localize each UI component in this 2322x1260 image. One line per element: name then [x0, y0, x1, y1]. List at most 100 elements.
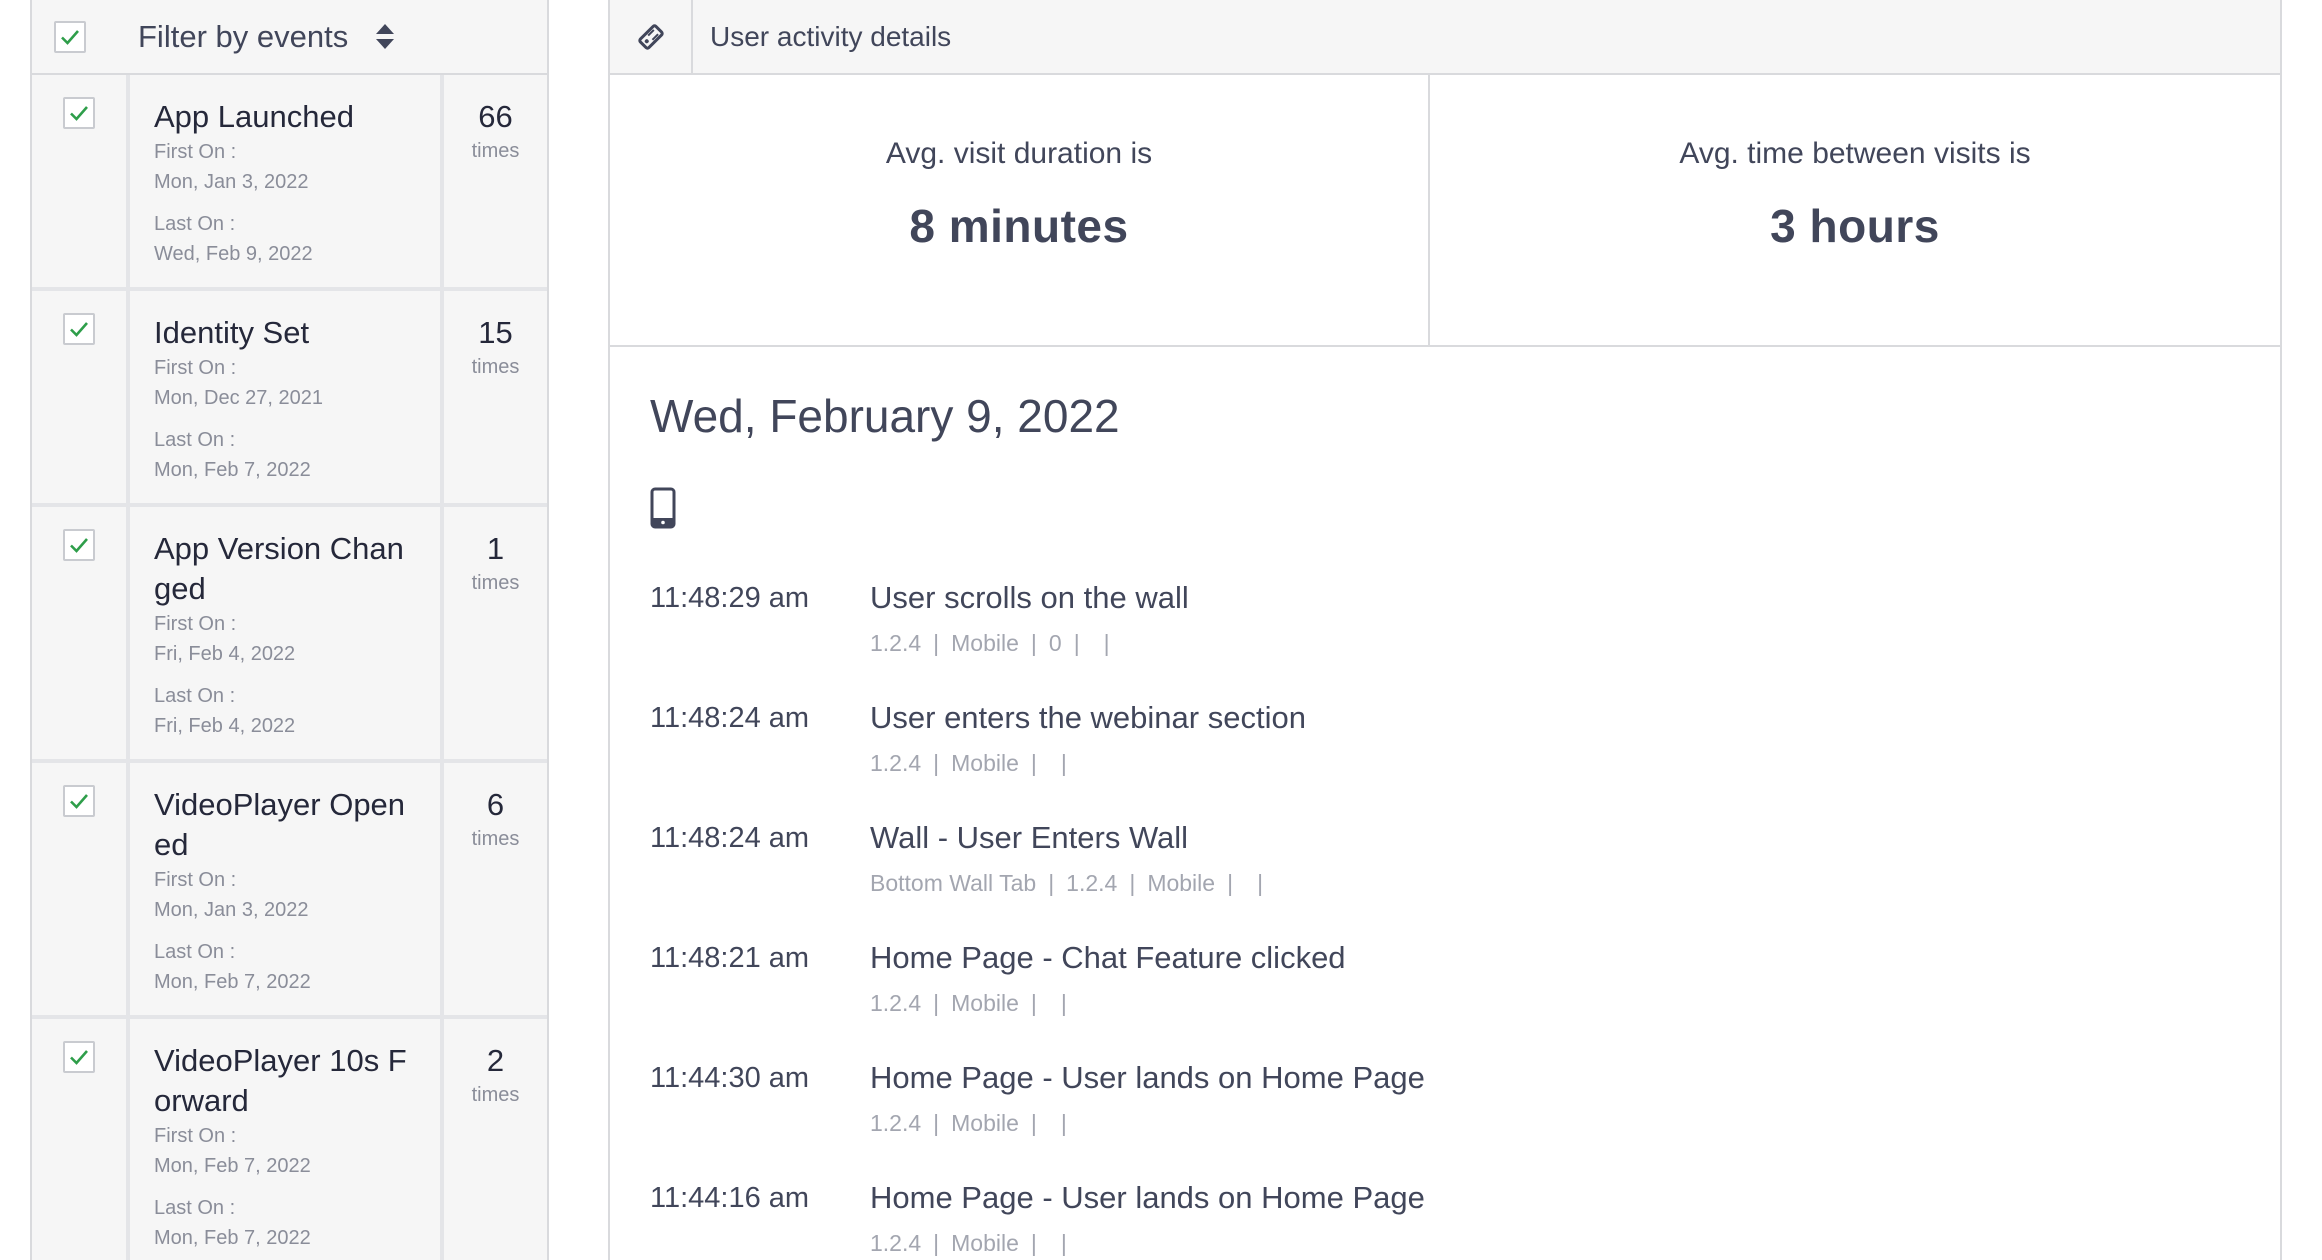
page: Filter by events App Launched First On :…: [0, 0, 2322, 1260]
first-on-label: First On :: [154, 613, 237, 635]
activity-time: 11:48:29 am: [650, 582, 810, 614]
event-count-unit: times: [471, 1084, 520, 1106]
meta-separator: |: [1060, 1230, 1067, 1256]
first-on-date: Mon, Feb 7, 2022: [154, 1155, 311, 1177]
meta-separator: |: [933, 1230, 940, 1256]
event-filter-row[interactable]: Identity Set First On : Mon, Dec 27, 202…: [32, 291, 547, 507]
activity-meta: Bottom Wall Tab | 1.2.4 | Mobile | |: [870, 870, 2280, 897]
checkmark-icon: [70, 794, 88, 809]
avg-time-between-value: 3 hours: [1770, 200, 1940, 252]
activity-row: 11:48:24 am User enters the webinar sect…: [650, 698, 2280, 818]
event-count-number: 2: [486, 1043, 505, 1078]
meta-separator: |: [1257, 870, 1264, 896]
events-list: App Launched First On : Mon, Jan 3, 2022…: [32, 75, 547, 1260]
activity-detail: Wall - User Enters Wall Bottom Wall Tab |…: [870, 818, 2280, 938]
activity-row: 11:48:21 am Home Page - Chat Feature cli…: [650, 938, 2280, 1058]
checkmark-icon: [70, 538, 88, 553]
activity-details-panel: User activity details Avg. visit duratio…: [608, 0, 2282, 1260]
activity-meta: 1.2.4 | Mobile | |: [870, 1230, 2280, 1257]
event-checkbox[interactable]: [63, 97, 95, 129]
avg-visit-duration: Avg. visit duration is 8 minutes: [610, 75, 1430, 345]
event-filter-row[interactable]: VideoPlayer 10s F orward First On : Mon,…: [32, 1019, 547, 1260]
activity-meta-item: 1.2.4: [870, 990, 922, 1016]
event-count: 66 times: [444, 75, 547, 287]
event-count-unit: times: [471, 140, 520, 162]
activity-detail: User scrolls on the wall 1.2.4 | Mobile | 0 |…: [870, 578, 2280, 698]
activity-meta-item: Mobile: [951, 990, 1019, 1016]
activity-meta: 1.2.4 | Mobile | |: [870, 750, 2280, 777]
activity-meta-item: Mobile: [951, 750, 1019, 776]
activity-time: 11:44:16 am: [650, 1182, 810, 1214]
event-filter-row[interactable]: VideoPlayer Open ed First On : Mon, Jan …: [32, 763, 547, 1019]
last-on-label: Last On :: [154, 685, 236, 707]
event-info: VideoPlayer Open ed First On : Mon, Jan …: [130, 763, 444, 1015]
meta-separator: |: [1060, 990, 1067, 1016]
activity-row: 11:48:29 am User scrolls on the wall 1.2…: [650, 578, 2280, 698]
event-checkbox[interactable]: [63, 1041, 95, 1073]
mobile-phone-icon: [650, 487, 676, 529]
meta-separator: |: [1103, 630, 1110, 656]
event-count: 15 times: [444, 291, 547, 503]
meta-separator: |: [1048, 870, 1055, 896]
avg-time-between-label: Avg. time between visits is: [1679, 137, 2031, 170]
event-name: App Launched: [154, 99, 354, 134]
last-on-label: Last On :: [154, 429, 236, 451]
activity-meta-item: Bottom Wall Tab: [870, 870, 1037, 896]
activity-event-name: Home Page - User lands on Home Page: [870, 1060, 1425, 1095]
first-on-label: First On :: [154, 141, 237, 163]
event-checkbox[interactable]: [63, 785, 95, 817]
last-on-date: Fri, Feb 4, 2022: [154, 715, 296, 737]
event-count-unit: times: [471, 356, 520, 378]
avg-visit-duration-label: Avg. visit duration is: [885, 137, 1153, 170]
first-on-date: Mon, Jan 3, 2022: [154, 171, 309, 193]
filter-title: Filter by events: [138, 18, 349, 54]
activity-detail: User enters the webinar section 1.2.4 | Mo…: [870, 698, 2280, 818]
activity-meta: 1.2.4 | Mobile | |: [870, 1110, 2280, 1137]
last-on-date: Mon, Feb 7, 2022: [154, 459, 311, 481]
activity-row: 11:44:16 am Home Page - User lands on Ho…: [650, 1178, 2280, 1260]
activity-time: 11:48:24 am: [650, 702, 810, 734]
event-filter-row[interactable]: App Launched First On : Mon, Jan 3, 2022…: [32, 75, 547, 291]
activity-event-name: Home Page - Chat Feature clicked: [870, 940, 1346, 975]
first-on-label: First On :: [154, 357, 237, 379]
event-checkbox[interactable]: [63, 313, 95, 345]
activity-row: 11:44:30 am Home Page - User lands on Ho…: [650, 1058, 2280, 1178]
event-name: VideoPlayer Open ed: [154, 787, 406, 862]
activity-meta-item: Mobile: [951, 1110, 1019, 1136]
first-on-date: Mon, Jan 3, 2022: [154, 899, 309, 921]
header-icon-cell: [610, 0, 693, 73]
event-checkbox-cell: [32, 507, 130, 759]
select-all-checkbox[interactable]: [54, 20, 86, 53]
activity-timeline: 11:48:29 am User scrolls on the wall 1.2…: [650, 578, 2280, 1260]
activity-detail: Home Page - User lands on Home Page 1.2.…: [870, 1058, 2280, 1178]
checkmark-icon: [61, 29, 79, 45]
last-on-date: Mon, Feb 7, 2022: [154, 971, 311, 993]
activity-meta-item: 1.2.4: [870, 750, 922, 776]
last-on-date: Mon, Feb 7, 2022: [154, 1227, 311, 1249]
activity-meta-item: Mobile: [951, 1230, 1019, 1256]
activity-event-name: User enters the webinar section: [870, 700, 1306, 735]
first-on-date: Mon, Dec 27, 2021: [154, 387, 323, 409]
checkmark-icon: [70, 106, 88, 121]
meta-separator: |: [933, 1110, 940, 1136]
activity-meta-item: 1.2.4: [870, 630, 922, 656]
details-header: User activity details: [610, 0, 2280, 75]
event-count-unit: times: [471, 572, 520, 594]
event-checkbox[interactable]: [63, 529, 95, 561]
event-filter-row[interactable]: App Version Chan ged First On : Fri, Feb…: [32, 507, 547, 763]
filter-header: Filter by events: [32, 0, 547, 75]
event-count: 2 times: [444, 1019, 547, 1260]
meta-separator: |: [1073, 630, 1080, 656]
event-count-unit: times: [471, 828, 520, 850]
meta-separator: |: [1030, 990, 1037, 1016]
meta-separator: |: [1030, 630, 1037, 656]
meta-separator: |: [1227, 870, 1234, 896]
avg-visit-duration-value: 8 minutes: [909, 200, 1129, 252]
meta-separator: |: [1030, 1230, 1037, 1256]
sort-icon[interactable]: [376, 24, 395, 49]
tag-icon: [637, 23, 664, 50]
day-heading: Wed, February 9, 2022: [650, 390, 1120, 442]
activity-meta-item: 0: [1048, 630, 1062, 656]
activity-time: 11:48:21 am: [650, 942, 810, 974]
activity-meta-item: Mobile: [1147, 870, 1216, 896]
